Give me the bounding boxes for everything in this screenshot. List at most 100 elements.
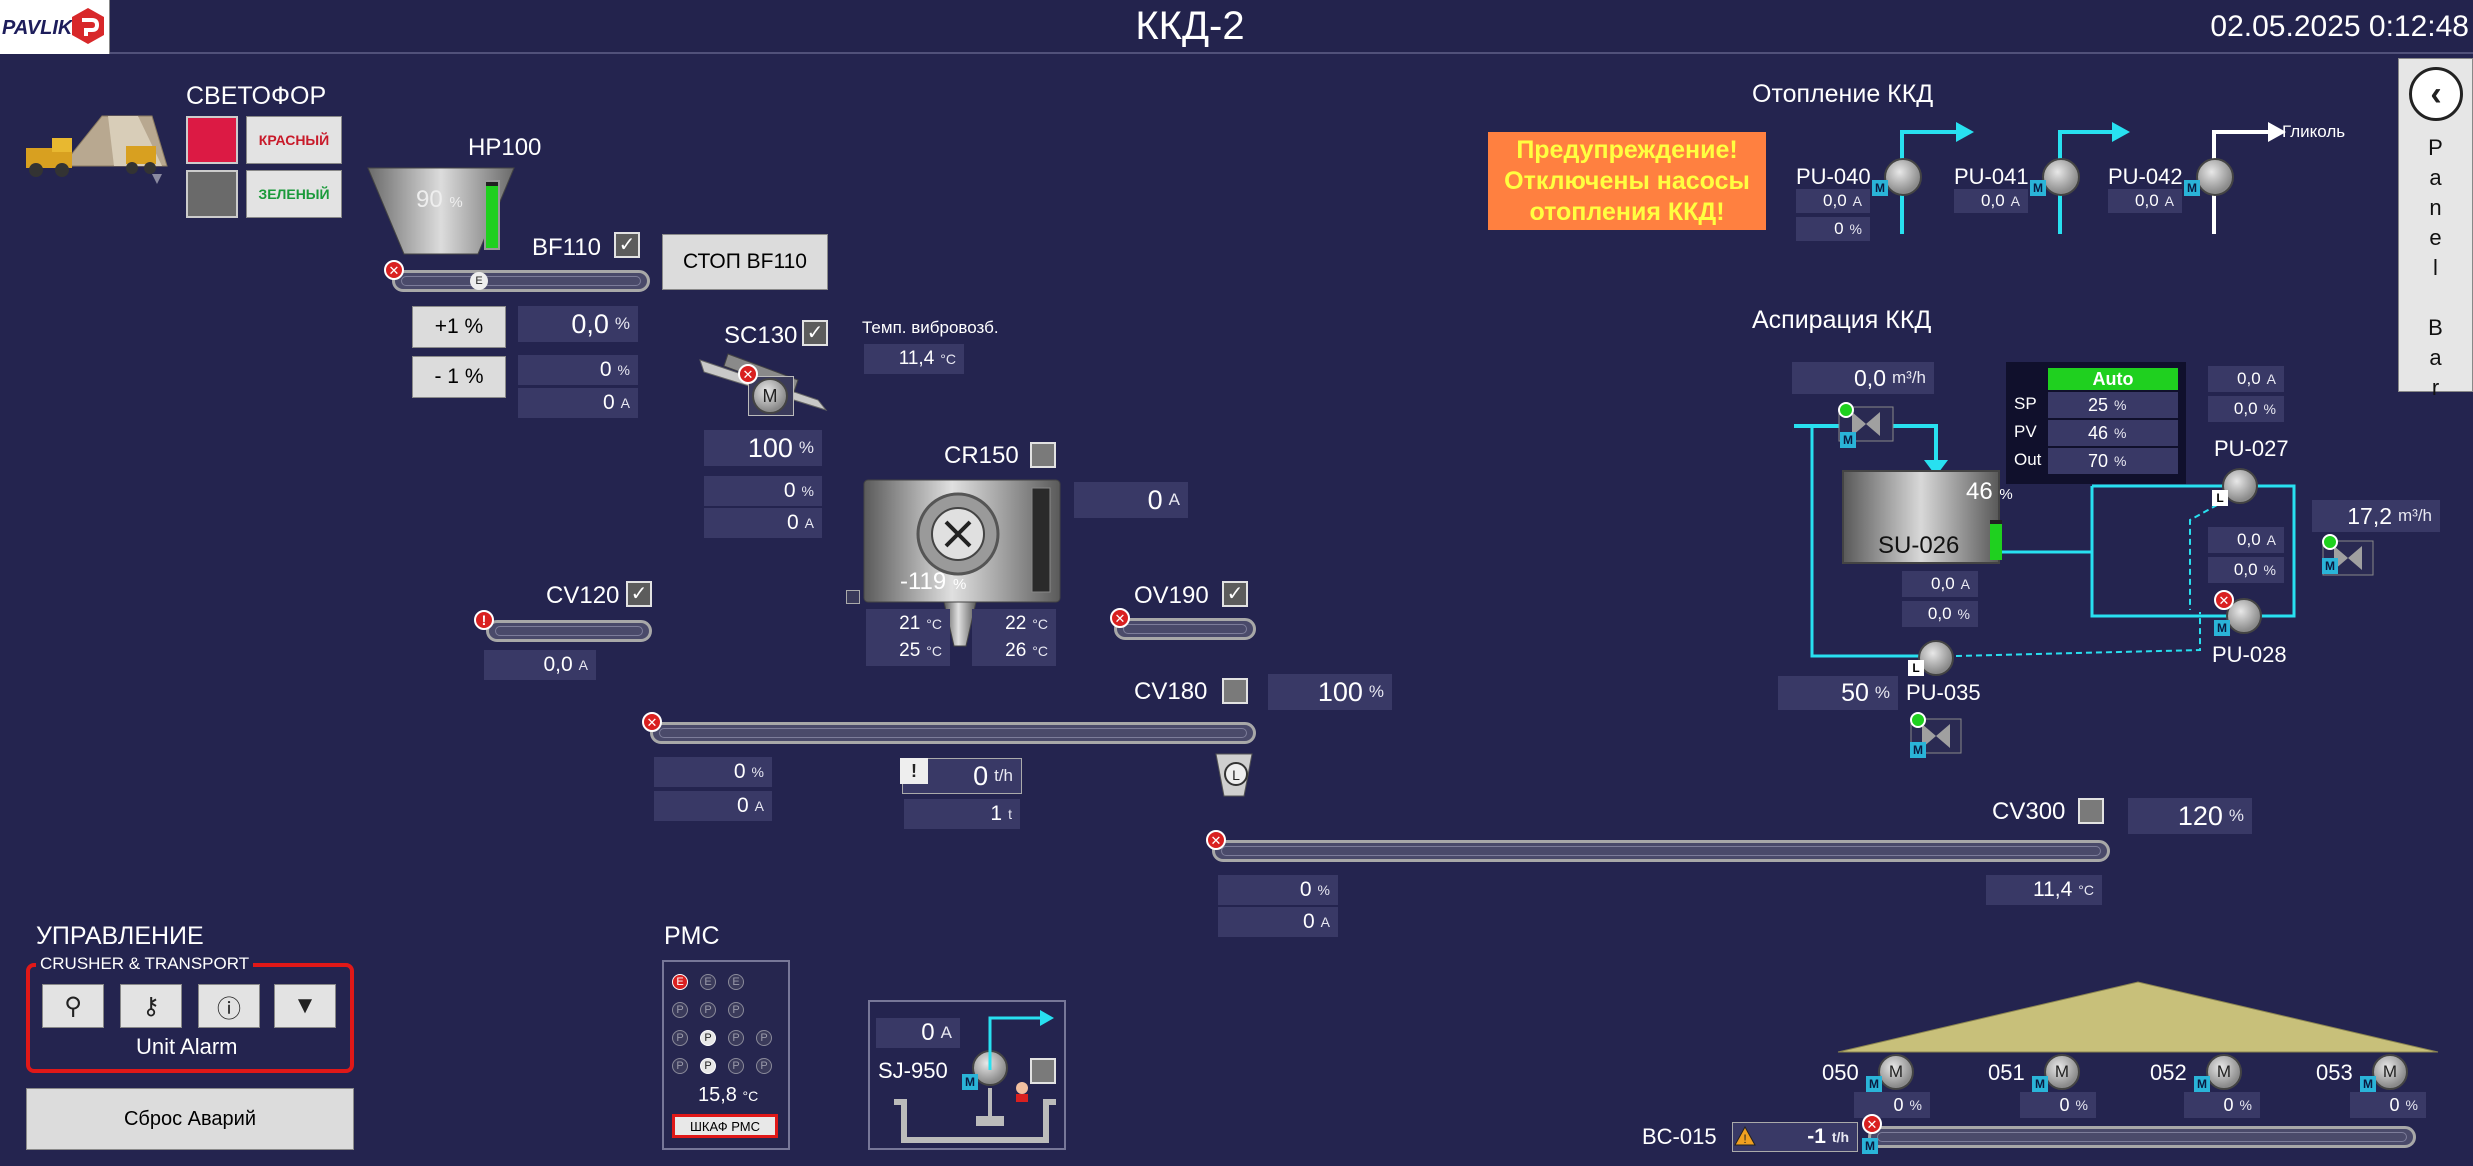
pu027-local-tag: L	[2212, 490, 2228, 506]
page-title: ККД-2	[1135, 4, 1245, 48]
feeder-052-label: 052	[2150, 1060, 2187, 1085]
pu041-pump-icon[interactable]	[2042, 158, 2080, 196]
pu028-fault-icon: ✕	[2214, 590, 2234, 610]
cv120-label: CV120	[546, 582, 620, 609]
cv180-speed: 0%	[654, 757, 772, 787]
feeder-053-speed: 0%	[2350, 1092, 2426, 1118]
pu042-pump-icon[interactable]	[2196, 158, 2234, 196]
pu040-manual-tag: M	[1872, 180, 1888, 196]
bf110-current: 0A	[518, 388, 638, 418]
cv180-conveyor	[650, 722, 1256, 744]
feeder-053-motor-icon[interactable]: M	[2372, 1054, 2408, 1090]
bf110-setpoint[interactable]: 0,0%	[518, 306, 638, 342]
datetime-display: 02.05.2025 0:12:48	[2210, 10, 2469, 43]
cv180-setpoint[interactable]: 100%	[1268, 674, 1392, 710]
sc130-motor-icon[interactable]: M	[752, 378, 788, 414]
pu035-label: PU-035	[1906, 680, 1981, 705]
sc130-speed: 0%	[704, 476, 822, 506]
feeder-050-label: 050	[1822, 1060, 1859, 1085]
panel-bar[interactable]: ‹ Panel Bar	[2398, 58, 2473, 400]
traffic-red-button[interactable]: КРАСНЫЙ	[246, 116, 342, 164]
feeder-052-speed: 0%	[2184, 1092, 2260, 1118]
bf110-e-icon: E	[470, 272, 488, 290]
sc130-fault-icon: ✕	[738, 364, 758, 384]
su026-current: 0,0 A	[1902, 571, 1978, 597]
cv180-checkbox[interactable]	[1222, 678, 1248, 704]
stockpile	[1837, 981, 2439, 1053]
feeder-051-manual-tag: M	[2032, 1076, 2048, 1092]
ov190-checkbox[interactable]: ✓	[1222, 581, 1248, 607]
su026-level: 46 %	[1966, 478, 2013, 505]
cr150-temp-1: 21 °C	[866, 609, 950, 639]
pu027-speed: 0,0%	[2208, 557, 2284, 583]
company-logo: PAVLIK	[0, 0, 110, 54]
hp100-level-value: 90 %	[416, 186, 463, 213]
bf110-plus-button[interactable]: +1 %	[412, 306, 506, 348]
feeder-050-motor-icon[interactable]: M	[1878, 1054, 1914, 1090]
key-icon-button[interactable]: ⚲	[42, 984, 104, 1028]
cv300-checkbox[interactable]	[2078, 798, 2104, 824]
cv300-setpoint[interactable]: 120%	[2128, 798, 2252, 834]
logo-text: PAVLIK	[2, 17, 73, 39]
outlet-valve-manual-tag: M	[2322, 558, 2338, 574]
pu042-manual-tag: M	[2184, 180, 2200, 196]
inlet-valve-manual-tag: M	[1840, 432, 1856, 448]
traffic-green-button[interactable]: ЗЕЛЕНЫЙ	[246, 170, 342, 218]
feeder-052-motor-icon[interactable]: M	[2206, 1054, 2242, 1090]
pmc-cabinet-button[interactable]: ШКАФ РМС	[672, 1114, 778, 1138]
sc130-checkbox[interactable]: ✓	[802, 320, 828, 346]
collapse-chevron-icon[interactable]: ‹	[2409, 67, 2463, 121]
ov190-label: OV190	[1134, 582, 1209, 609]
sc130-setpoint[interactable]: 100%	[704, 430, 822, 466]
hp100-level-fill	[486, 186, 498, 248]
dropdown-icon-button[interactable]: ▼	[274, 984, 336, 1028]
bf110-speed: 0%	[518, 355, 638, 385]
pu042-label: PU-042	[2108, 164, 2183, 189]
cv300-speed: 0%	[1218, 875, 1338, 905]
pu041-manual-tag: M	[2030, 180, 2046, 196]
bf110-label: BF110	[532, 234, 601, 261]
outlet-valve-status-icon	[2322, 534, 2338, 550]
cr150-temp-2: 22 °C	[972, 609, 1056, 639]
bf110-minus-button[interactable]: - 1 %	[412, 356, 506, 398]
sc130-temp: 11,4 °C	[864, 344, 964, 374]
cr150-checkbox[interactable]	[1030, 442, 1056, 468]
sc130-label: SC130	[724, 322, 798, 349]
svg-text:!: !	[1743, 1132, 1746, 1146]
feeder-050-manual-tag: M	[1866, 1076, 1882, 1092]
feeder-051-motor-icon[interactable]: M	[2044, 1054, 2080, 1090]
su026-label: SU-026	[1878, 532, 1960, 559]
feeder-053-label: 053	[2316, 1060, 2353, 1085]
pu041-label: PU-041	[1954, 164, 2029, 189]
traffic-light-red-indicator	[186, 116, 238, 164]
sj950-sump	[894, 1010, 1056, 1143]
pu035-speed[interactable]: 50%	[1778, 676, 1898, 710]
lock-key-icon-button[interactable]: ⚷	[120, 984, 182, 1028]
bf110-checkbox[interactable]: ✓	[614, 232, 640, 258]
bc015-label: BC-015	[1642, 1124, 1717, 1149]
cv120-conveyor	[486, 620, 652, 642]
pu027-label: PU-027	[2214, 436, 2289, 461]
inlet-valve-status-icon	[1838, 402, 1854, 418]
pu035-valve-status-icon	[1910, 712, 1926, 728]
sc130-temp-label: Темп. вибровозб.	[862, 318, 999, 337]
pu028-label: PU-028	[2212, 642, 2287, 667]
cv300-label: CV300	[1992, 798, 2066, 825]
cv180-label: CV180	[1134, 678, 1208, 705]
cr150-label: CR150	[944, 442, 1019, 469]
info-icon-button[interactable]: ⓘ	[198, 984, 260, 1028]
traffic-light-green-indicator	[186, 170, 238, 218]
ov190-fault-icon: ✕	[1110, 608, 1130, 628]
pu040-pump-icon[interactable]	[1884, 158, 1922, 196]
cr150-level: -119 %	[900, 568, 967, 595]
sc130-current: 0A	[704, 508, 822, 538]
bf110-stop-button[interactable]: СТОП BF110	[662, 234, 828, 290]
pid-mode-indicator[interactable]: Auto	[2048, 368, 2178, 390]
pmc-title: PMC	[664, 922, 720, 950]
unit-alarm-text: Unit Alarm	[136, 1034, 238, 1059]
cv120-alarm-icon: !	[474, 610, 494, 630]
reset-alarms-button[interactable]: Сброс Аварий	[26, 1088, 354, 1150]
cv120-checkbox[interactable]: ✓	[626, 581, 652, 607]
bc015-manual-tag: M	[1862, 1138, 1878, 1154]
pmc-temp: 15,8 °C	[698, 1084, 759, 1106]
